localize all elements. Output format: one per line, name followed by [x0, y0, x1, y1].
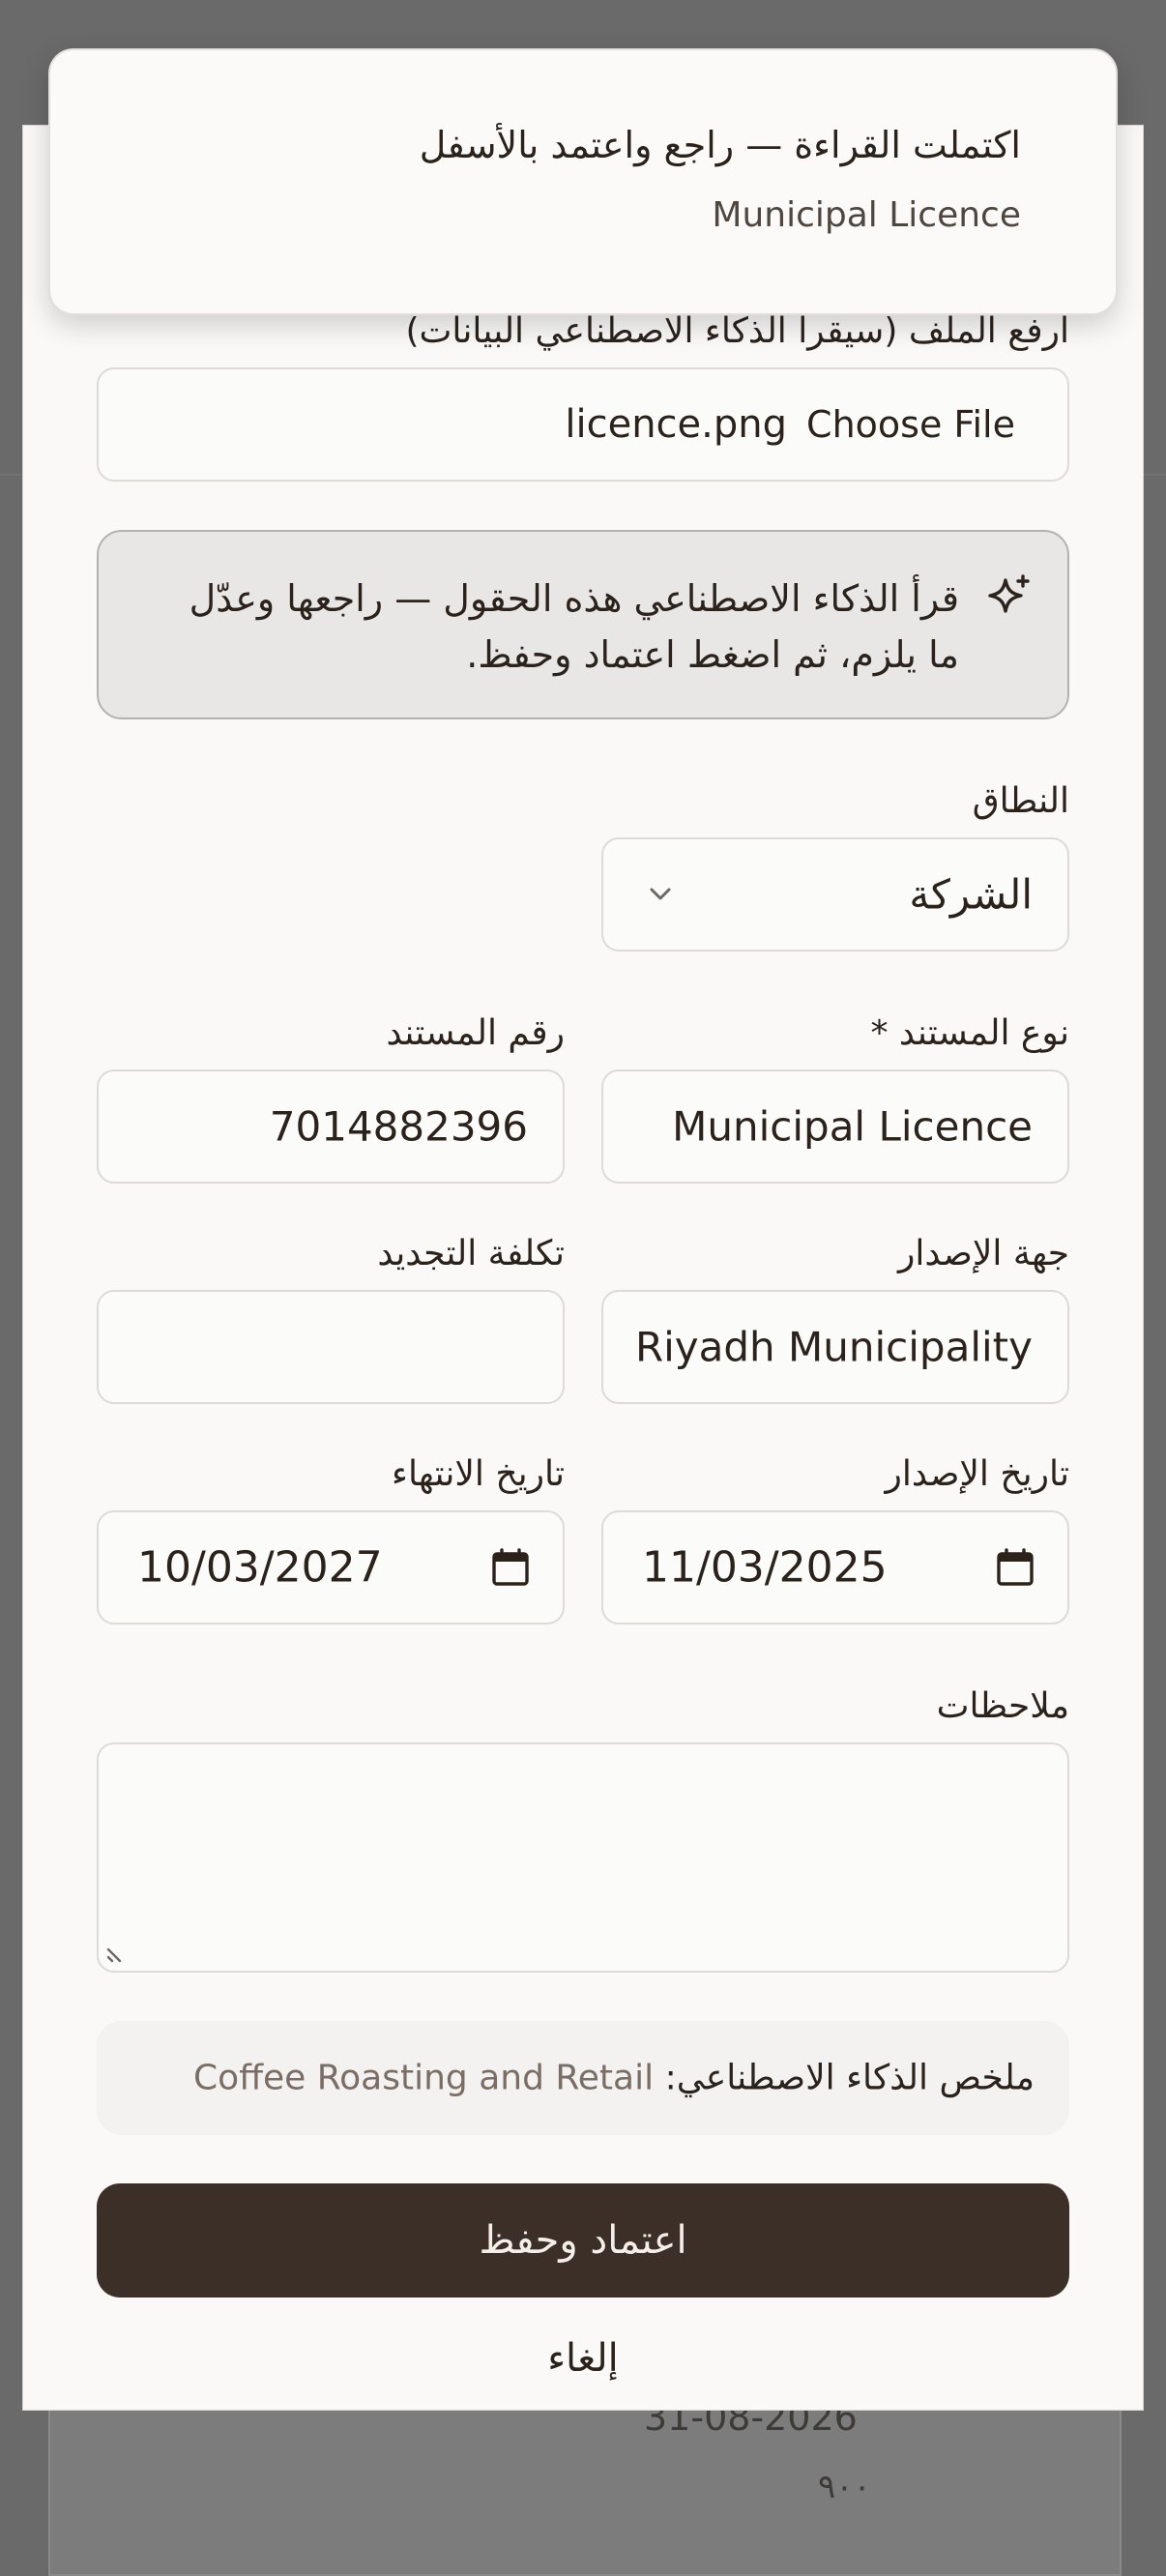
- doc-type-input[interactable]: Municipal Licence: [601, 1069, 1069, 1184]
- doc-number-label: رقم المستند: [386, 1013, 565, 1053]
- background-amount: ٩٠٠: [818, 2468, 871, 2506]
- renewal-cost-label: تكلفة التجديد: [377, 1234, 565, 1273]
- upload-label: ارفع الملف (سيقرأ الذكاء الاصطناعي البيا…: [405, 311, 1069, 351]
- doc-type-value: Municipal Licence: [672, 1102, 1033, 1151]
- renewal-cost-input[interactable]: [97, 1290, 565, 1404]
- choose-file-button[interactable]: Choose File: [806, 403, 1015, 446]
- cancel-button[interactable]: إلغاء: [486, 2325, 680, 2392]
- issue-date-label: تاريخ الإصدار: [885, 1454, 1069, 1494]
- scope-selected-value: الشركة: [909, 870, 1033, 919]
- toast-subtitle: Municipal Licence: [712, 195, 1021, 235]
- resize-handle-icon[interactable]: [104, 1940, 130, 1965]
- ai-summary-value: Coffee Roasting and Retail: [193, 2058, 655, 2098]
- toast-title: اكتملت القراءة — راجع واعتمد بالأسفل: [419, 124, 1021, 166]
- notes-textarea[interactable]: [97, 1742, 1069, 1973]
- calendar-icon[interactable]: [994, 1546, 1036, 1589]
- chevron-down-icon: [650, 888, 671, 900]
- scope-select[interactable]: الشركة: [601, 837, 1069, 951]
- issue-date-value: 11/03/2025: [642, 1542, 888, 1593]
- file-input[interactable]: Choose File licence.png: [97, 367, 1069, 482]
- notes-label: ملاحظات: [936, 1686, 1069, 1726]
- expiry-date-input[interactable]: 10/03/2027: [97, 1510, 565, 1625]
- issue-date-input[interactable]: 11/03/2025: [601, 1510, 1069, 1625]
- reading-complete-toast: اكتملت القراءة — راجع واعتمد بالأسفل Mun…: [48, 48, 1118, 315]
- scope-label: النطاق: [972, 781, 1069, 821]
- issuer-value: Riyadh Municipality: [634, 1323, 1033, 1371]
- sparkle-icon: [988, 574, 1030, 613]
- issuer-label: جهة الإصدار: [898, 1234, 1069, 1273]
- doc-type-label: نوع المستند *: [870, 1013, 1069, 1053]
- calendar-icon[interactable]: [489, 1546, 532, 1589]
- ai-summary-label: ملخص الذكاء الاصطناعي:: [664, 2058, 1035, 2098]
- doc-number-value: 7014882396: [269, 1102, 528, 1151]
- expiry-date-label: تاريخ الانتهاء: [392, 1454, 565, 1494]
- doc-number-input[interactable]: 7014882396: [97, 1069, 565, 1184]
- ai-summary: ملخص الذكاء الاصطناعي: Coffee Roasting a…: [97, 2021, 1069, 2135]
- file-name: licence.png: [565, 402, 787, 447]
- ai-notice-text: قرأ الذكاء الاصطناعي هذه الحقول — راجعها…: [189, 577, 959, 676]
- expiry-date-value: 10/03/2027: [137, 1542, 383, 1593]
- ai-review-notice: قرأ الذكاء الاصطناعي هذه الحقول — راجعها…: [97, 530, 1069, 719]
- approve-save-button[interactable]: اعتماد وحفظ: [97, 2183, 1069, 2298]
- issuer-input[interactable]: Riyadh Municipality: [601, 1290, 1069, 1404]
